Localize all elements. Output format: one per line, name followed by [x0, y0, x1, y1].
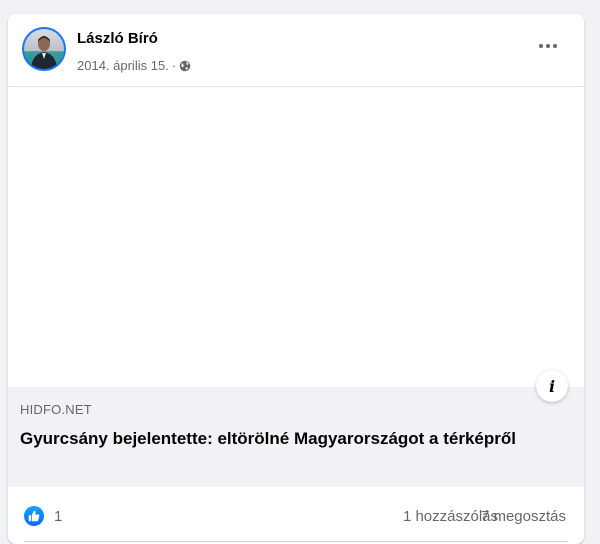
globe-icon [179, 60, 191, 72]
info-icon[interactable]: i [536, 370, 568, 402]
like-icon[interactable] [24, 506, 44, 526]
link-preview-image[interactable]: i [8, 86, 584, 402]
divider [24, 541, 568, 542]
post-meta: 2014. április 15. · [77, 58, 191, 73]
post-date[interactable]: 2014. április 15. [77, 58, 169, 73]
link-preview[interactable]: HIDFO.NET Gyurcsány bejelentette: eltörö… [8, 387, 584, 487]
more-options-icon[interactable] [532, 36, 564, 56]
share-count[interactable]: 7 megosztás [481, 508, 566, 525]
more-dot [539, 44, 543, 48]
link-domain: HIDFO.NET [20, 402, 92, 417]
post-header: László Bíró 2014. április 15. · [8, 14, 584, 86]
author-name[interactable]: László Bíró [77, 30, 158, 47]
meta-separator: · [171, 58, 177, 73]
avatar[interactable] [22, 27, 66, 71]
more-dot [546, 44, 550, 48]
more-dot [553, 44, 557, 48]
post-stats: 1 1 hozzászólás 7 megosztás [8, 487, 584, 544]
post-card: László Bíró 2014. április 15. · i HIDFO.… [8, 14, 584, 544]
profile-photo [24, 29, 64, 69]
reaction-count[interactable]: 1 [54, 508, 62, 525]
link-title[interactable]: Gyurcsány bejelentette: eltörölné Magyar… [20, 427, 540, 451]
